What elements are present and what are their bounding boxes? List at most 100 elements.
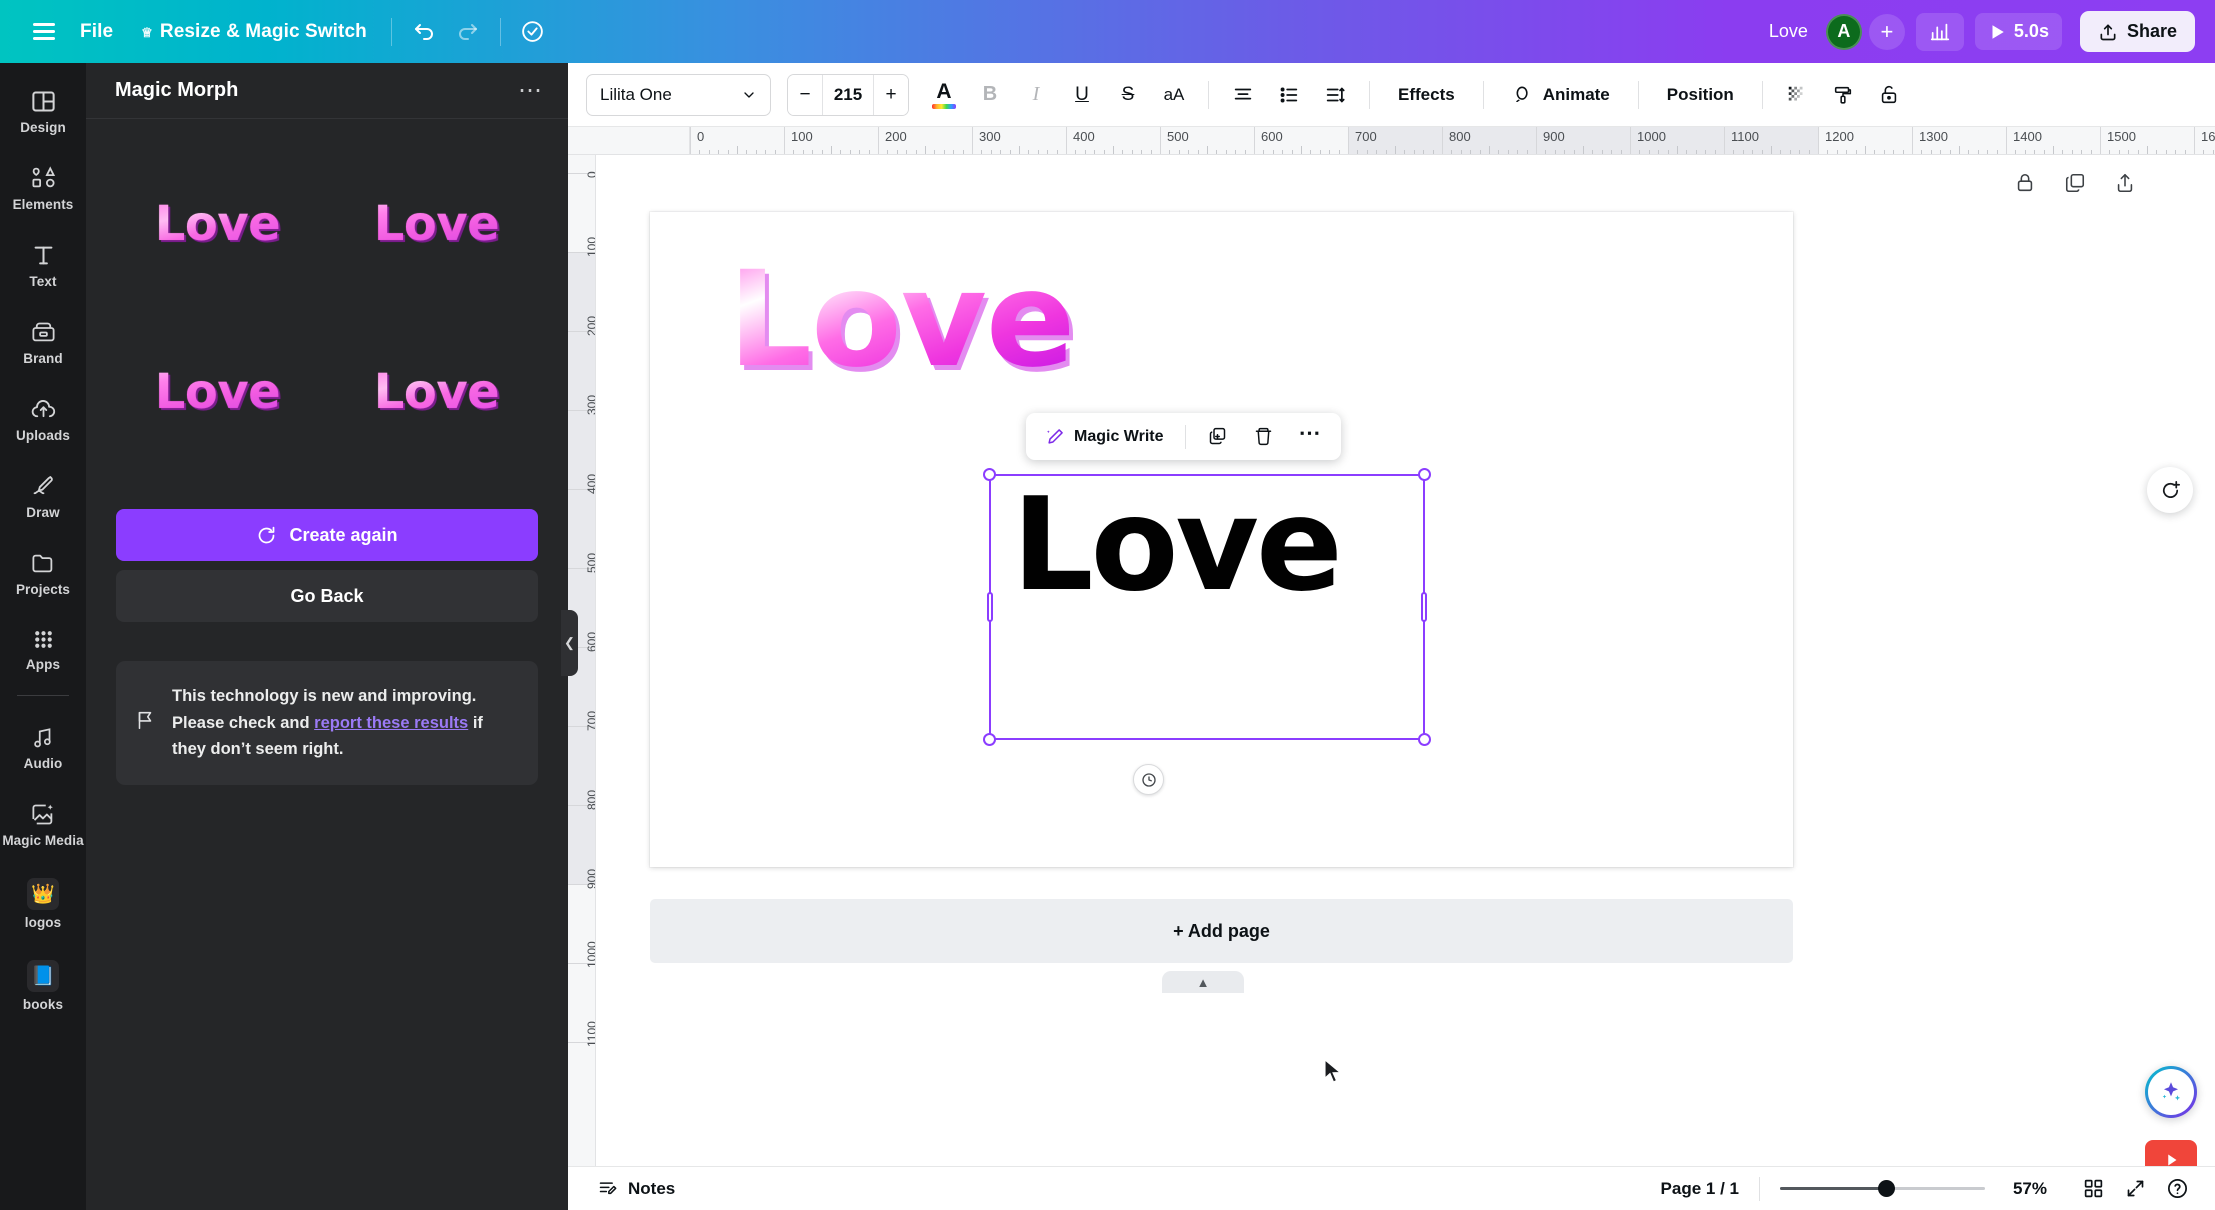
- ruler-subtick: [812, 150, 814, 154]
- sidebar-item-apps[interactable]: Apps: [4, 616, 82, 679]
- notes-button[interactable]: Notes: [588, 1173, 685, 1205]
- position-button[interactable]: Position: [1652, 74, 1749, 116]
- more-options-icon[interactable]: ⋯: [1288, 418, 1334, 455]
- ruler-subtick: [1836, 150, 1838, 154]
- animate-button[interactable]: Animate: [1497, 74, 1625, 116]
- undo-icon[interactable]: [402, 11, 446, 53]
- ruler-subtick: [1178, 150, 1180, 154]
- grid-view-icon[interactable]: [2075, 1171, 2111, 1207]
- file-menu-button[interactable]: File: [66, 12, 127, 52]
- underline-icon[interactable]: U: [1061, 74, 1103, 116]
- hamburger-icon[interactable]: [22, 12, 66, 52]
- design-page[interactable]: Love Love Magic Write ⋯: [650, 212, 1793, 867]
- sidebar-item-draw[interactable]: Draw: [4, 462, 82, 527]
- redo-icon[interactable]: [446, 11, 490, 53]
- lock-icon[interactable]: [2012, 170, 2038, 196]
- add-page-button[interactable]: + Add page: [650, 899, 1793, 963]
- ruler-subtick: [1611, 150, 1613, 154]
- ruler-subtick: [1084, 150, 1086, 154]
- resize-handle-bottom-right[interactable]: [1418, 733, 1431, 746]
- document-title[interactable]: Love: [1763, 21, 1824, 42]
- sidebar-item-magic-media[interactable]: Magic Media: [2, 790, 84, 855]
- letter-case-icon[interactable]: aA: [1153, 74, 1195, 116]
- result-text: Love: [373, 364, 500, 420]
- lock-icon[interactable]: [1868, 74, 1910, 116]
- font-size-value[interactable]: 215: [822, 74, 874, 115]
- cloud-check-icon[interactable]: [511, 11, 555, 53]
- result-thumbnail[interactable]: Love: [116, 153, 319, 295]
- resize-handle-top-right[interactable]: [1418, 468, 1431, 481]
- zoom-slider-knob[interactable]: [1878, 1180, 1896, 1197]
- magic-sparkle-icon[interactable]: [2145, 1066, 2197, 1118]
- effects-button[interactable]: Effects: [1383, 74, 1470, 116]
- result-thumbnail[interactable]: Love: [116, 321, 319, 463]
- fullscreen-icon[interactable]: [2117, 1171, 2153, 1207]
- italic-icon[interactable]: I: [1015, 74, 1057, 116]
- font-family-select[interactable]: Lilita One: [586, 73, 771, 116]
- sidebar-item-brand[interactable]: Brand: [4, 308, 82, 373]
- regenerate-plus-icon[interactable]: [2147, 467, 2193, 513]
- horizontal-ruler-track[interactable]: 0 100 200 300 400 500 600 700 800 900 1000 1100 1200…: [690, 127, 2215, 154]
- zoom-slider[interactable]: [1779, 1178, 1985, 1200]
- canvas-stage[interactable]: Love Love Magic Write ⋯ + Add page ▲: [596, 155, 2215, 1210]
- sidebar-item-books[interactable]: 📘 books: [4, 949, 82, 1019]
- transparency-icon[interactable]: [1776, 74, 1818, 116]
- vertical-ruler[interactable]: 010020030040050060070080090010001100: [568, 155, 596, 1210]
- create-again-button[interactable]: Create again: [116, 509, 538, 561]
- text-align-icon[interactable]: [1222, 74, 1264, 116]
- left-rail: Design Elements Text Brand Uploads Draw …: [0, 63, 86, 1210]
- trash-icon[interactable]: [1242, 418, 1285, 455]
- crown-tile-icon: 👑: [27, 878, 59, 910]
- resize-magic-switch-button[interactable]: ♕ Resize & Magic Switch: [127, 12, 381, 52]
- sidebar-item-logos[interactable]: 👑 logos: [4, 867, 82, 937]
- ruler-subtick: [1498, 150, 1500, 154]
- share-button[interactable]: Share: [2079, 11, 2195, 52]
- rotate-handle-icon[interactable]: [1133, 764, 1164, 795]
- font-size-decrease[interactable]: −: [788, 74, 822, 115]
- sidebar-item-text[interactable]: Text: [4, 231, 82, 296]
- resize-handle-bottom-left[interactable]: [983, 733, 996, 746]
- go-back-button[interactable]: Go Back: [116, 570, 538, 622]
- ruler-subtick: [1404, 150, 1406, 154]
- selection-box[interactable]: [983, 468, 1431, 746]
- sidebar-item-projects[interactable]: Projects: [4, 539, 82, 604]
- color-swatch-bar: [932, 103, 956, 109]
- export-page-icon[interactable]: [2112, 170, 2138, 196]
- ruler-subtick: [1564, 150, 1566, 154]
- result-thumbnail[interactable]: Love: [335, 321, 538, 463]
- duplicate-page-icon[interactable]: [2062, 170, 2088, 196]
- font-size-stepper[interactable]: − 215 +: [787, 73, 909, 116]
- magic-write-button[interactable]: Magic Write: [1034, 418, 1175, 455]
- paint-roller-icon[interactable]: [1822, 74, 1864, 116]
- heading-text-element[interactable]: Love: [728, 254, 1075, 386]
- sidebar-item-audio[interactable]: Audio: [4, 714, 82, 778]
- line-spacing-icon[interactable]: [1314, 74, 1356, 116]
- sidebar-item-uploads[interactable]: Uploads: [4, 385, 82, 450]
- strikethrough-icon[interactable]: S: [1107, 74, 1149, 116]
- folder-icon: [30, 550, 57, 577]
- text-color-A-icon[interactable]: A: [923, 74, 965, 116]
- font-size-increase[interactable]: +: [874, 74, 908, 115]
- panel-collapse-handle[interactable]: ❮: [561, 610, 578, 676]
- resize-handle-top-left[interactable]: [983, 468, 996, 481]
- help-question-icon[interactable]: [2159, 1171, 2195, 1207]
- ruler-subtick: [1141, 150, 1143, 154]
- resize-handle-middle-left[interactable]: [987, 592, 993, 622]
- avatar[interactable]: A: [1825, 13, 1862, 50]
- ruler-subtick: [1996, 150, 1998, 154]
- report-results-link[interactable]: report these results: [314, 714, 468, 732]
- result-thumbnail[interactable]: Love: [335, 153, 538, 295]
- sidebar-item-elements[interactable]: Elements: [4, 154, 82, 219]
- ruler-subtick: [1376, 150, 1378, 154]
- bullet-list-icon[interactable]: [1268, 74, 1310, 116]
- scroll-up-handle[interactable]: ▲: [1162, 971, 1244, 993]
- sidebar-item-design[interactable]: Design: [4, 77, 82, 142]
- insights-button[interactable]: [1915, 12, 1964, 51]
- play-preview-button[interactable]: 5.0s: [1974, 13, 2062, 50]
- add-collaborator-button[interactable]: +: [1868, 13, 1905, 50]
- more-options-icon[interactable]: ⋯: [518, 78, 544, 103]
- zoom-value-label[interactable]: 57%: [2013, 1179, 2047, 1199]
- bold-icon[interactable]: B: [969, 74, 1011, 116]
- resize-handle-middle-right[interactable]: [1421, 592, 1427, 622]
- duplicate-icon[interactable]: [1196, 418, 1239, 455]
